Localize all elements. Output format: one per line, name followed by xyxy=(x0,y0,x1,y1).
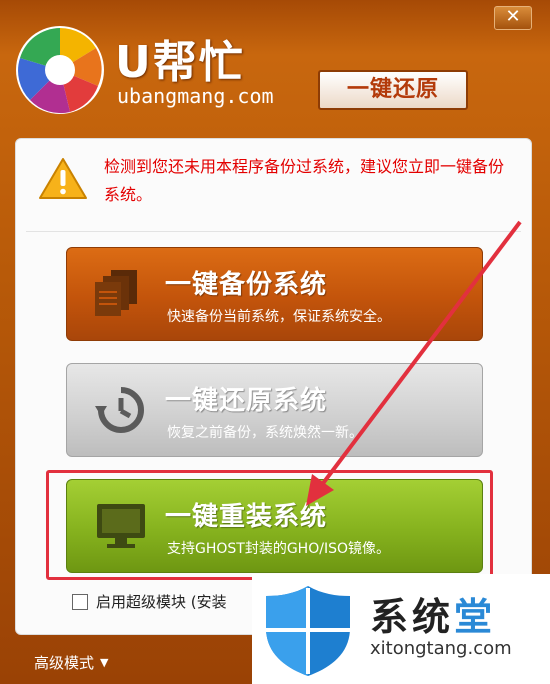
watermark-title: 系统堂 xyxy=(370,586,496,641)
app-window: ✕ U帮忙 ubangmang.com 一键还原 检测到您还未用本程序备份过系统… xyxy=(0,0,550,684)
chevron-down-icon: ▼ xyxy=(100,656,109,669)
watermark-url: xitongtang.com xyxy=(370,638,512,659)
watermark-title-accent: 堂 xyxy=(454,595,497,639)
shield-logo xyxy=(266,586,350,676)
watermark: 系统堂 xitongtang.com xyxy=(252,574,550,684)
super-mode-checkbox[interactable] xyxy=(72,593,88,610)
advanced-mode-label: 高级模式 xyxy=(34,654,95,672)
super-mode-label: 启用超级模块 (安装 xyxy=(96,593,227,611)
advanced-mode-menu[interactable]: 高级模式 ▼ xyxy=(34,652,108,673)
super-mode-option[interactable]: 启用超级模块 (安装 xyxy=(72,591,227,612)
watermark-title-main: 系统 xyxy=(370,595,455,639)
